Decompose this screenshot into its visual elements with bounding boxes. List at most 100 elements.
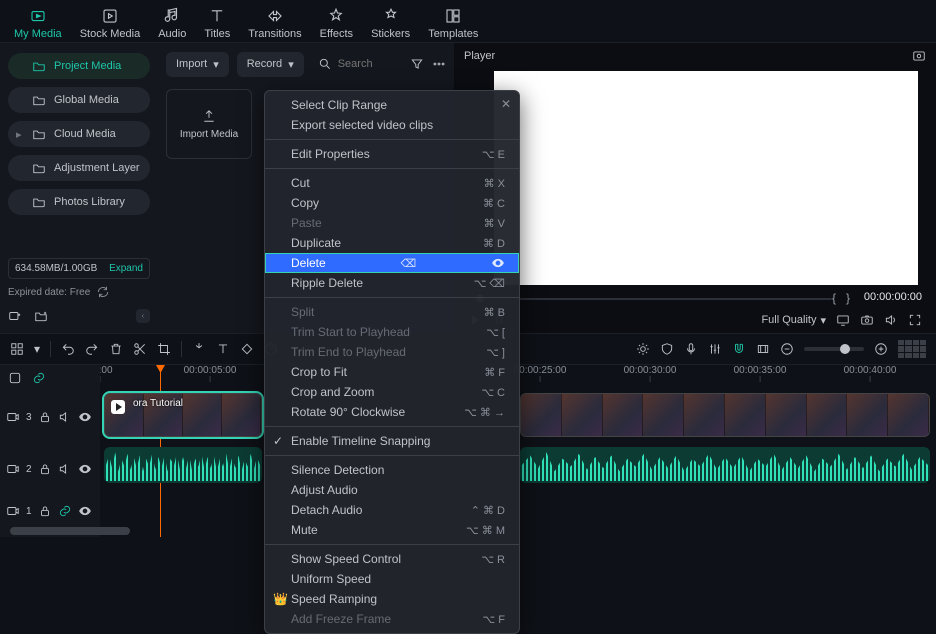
stickers-icon bbox=[381, 6, 401, 26]
text-icon[interactable] bbox=[216, 342, 230, 356]
import-dropdown[interactable]: Import▾ bbox=[166, 52, 229, 77]
lock-icon[interactable] bbox=[38, 410, 52, 424]
eye-icon[interactable] bbox=[78, 410, 92, 424]
menu-item-mute[interactable]: Mute⌥ ⌘ M bbox=[265, 520, 519, 540]
menu-item-shortcut: ⌫ bbox=[401, 257, 417, 270]
color-icon[interactable] bbox=[636, 342, 650, 356]
track-head-3[interactable]: 3 bbox=[6, 391, 94, 443]
menu-item-show-speed-control[interactable]: Show Speed Control⌥ R bbox=[265, 549, 519, 569]
menu-separator bbox=[265, 426, 519, 427]
shield-icon[interactable] bbox=[660, 342, 674, 356]
thumbnails-icon[interactable] bbox=[898, 340, 926, 358]
magnet-icon[interactable] bbox=[732, 342, 746, 356]
menu-item-cut[interactable]: Cut⌘ X bbox=[265, 173, 519, 193]
more-icon[interactable] bbox=[432, 57, 446, 71]
track-head-1[interactable]: 1 bbox=[6, 495, 94, 527]
record-dropdown[interactable]: Record▾ bbox=[237, 52, 304, 77]
ruler-tick: 00:00:35:00 bbox=[734, 365, 787, 382]
lock-icon[interactable] bbox=[38, 504, 52, 518]
quality-dropdown[interactable]: Full Quality▾ bbox=[761, 314, 826, 327]
tab-audio[interactable]: Audio bbox=[158, 6, 186, 40]
tab-stock-media[interactable]: Stock Media bbox=[80, 6, 141, 40]
frame-icon[interactable] bbox=[756, 342, 770, 356]
menu-item-edit-properties[interactable]: Edit Properties⌥ E bbox=[265, 144, 519, 164]
delete-icon[interactable] bbox=[109, 342, 123, 356]
menu-item-enable-timeline-snapping[interactable]: ✓Enable Timeline Snapping bbox=[265, 431, 519, 451]
menu-item-shortcut: ⌥ ] bbox=[486, 346, 505, 359]
ruler-tick: 00:00:25:00 bbox=[514, 365, 567, 382]
audio-clip[interactable] bbox=[520, 447, 930, 483]
sidebar-item-project-media[interactable]: Project Media bbox=[8, 53, 150, 79]
tab-transitions[interactable]: Transitions bbox=[248, 6, 301, 40]
new-bin-icon[interactable] bbox=[8, 309, 22, 323]
crop-icon[interactable] bbox=[157, 342, 171, 356]
tab-titles[interactable]: Titles bbox=[204, 6, 230, 40]
context-menu: ✕ Select Clip RangeExport selected video… bbox=[264, 90, 520, 634]
marker-icon[interactable] bbox=[192, 342, 206, 356]
menu-separator bbox=[265, 297, 519, 298]
track-tab-a-icon[interactable] bbox=[8, 371, 22, 385]
split-icon[interactable] bbox=[133, 342, 147, 356]
collapse-sidebar-button[interactable] bbox=[136, 309, 150, 323]
refresh-icon[interactable] bbox=[96, 285, 110, 299]
sidebar-item-global-media[interactable]: Global Media bbox=[8, 87, 150, 113]
mute-icon[interactable] bbox=[58, 462, 72, 476]
filter-icon[interactable] bbox=[410, 57, 424, 71]
menu-item-silence-detection[interactable]: Silence Detection bbox=[265, 460, 519, 480]
menu-item-copy[interactable]: Copy⌘ C bbox=[265, 193, 519, 213]
new-folder-icon[interactable] bbox=[34, 309, 48, 323]
menu-item-crop-and-zoom[interactable]: Crop and Zoom⌥ C bbox=[265, 382, 519, 402]
menu-item-detach-audio[interactable]: Detach Audio⌃ ⌘ D bbox=[265, 500, 519, 520]
link-icon[interactable] bbox=[58, 504, 72, 518]
menu-item-export-selected-video-clips[interactable]: Export selected video clips bbox=[265, 115, 519, 135]
camera-icon[interactable] bbox=[860, 313, 874, 327]
menu-item-select-clip-range[interactable]: Select Clip Range bbox=[265, 95, 519, 115]
eye-icon[interactable] bbox=[78, 504, 92, 518]
zoom-in-icon[interactable] bbox=[874, 342, 888, 356]
undo-icon[interactable] bbox=[61, 342, 75, 356]
mic-icon[interactable] bbox=[684, 342, 698, 356]
video-clip-selected[interactable]: ora Tutorial bbox=[104, 393, 262, 437]
audio-clip[interactable] bbox=[104, 447, 262, 483]
tab-my-media[interactable]: My Media bbox=[14, 6, 62, 40]
storage-expired: Expired date: Free bbox=[8, 287, 90, 298]
volume-icon[interactable] bbox=[884, 313, 898, 327]
menu-item-shortcut: ⌘ F bbox=[484, 366, 505, 379]
mixer-icon[interactable] bbox=[708, 342, 722, 356]
track-tab-link-icon[interactable] bbox=[32, 371, 46, 385]
menu-item-crop-to-fit[interactable]: Crop to Fit⌘ F bbox=[265, 362, 519, 382]
snapshot-icon[interactable] bbox=[912, 49, 926, 63]
menu-item-ripple-delete[interactable]: Ripple Delete⌥ ⌫ bbox=[265, 273, 519, 293]
zoom-out-icon[interactable] bbox=[780, 342, 794, 356]
tab-effects[interactable]: Effects bbox=[320, 6, 353, 40]
lock-icon[interactable] bbox=[38, 462, 52, 476]
menu-item-adjust-audio[interactable]: Adjust Audio bbox=[265, 480, 519, 500]
sidebar-item-cloud-media[interactable]: ▸Cloud Media bbox=[8, 121, 150, 147]
layout-icon[interactable] bbox=[10, 342, 24, 356]
keyframe-icon[interactable] bbox=[240, 342, 254, 356]
search-input[interactable] bbox=[338, 58, 396, 70]
fullscreen-icon[interactable] bbox=[908, 313, 922, 327]
menu-item-uniform-speed[interactable]: Uniform Speed bbox=[265, 569, 519, 589]
tab-templates[interactable]: Templates bbox=[428, 6, 478, 40]
menu-item-speed-ramping[interactable]: 👑Speed Ramping bbox=[265, 589, 519, 609]
menu-item-duplicate[interactable]: Duplicate⌘ D bbox=[265, 233, 519, 253]
stock-icon bbox=[100, 6, 120, 26]
expand-storage-button[interactable]: Expand bbox=[109, 263, 143, 274]
sidebar-item-photos-library[interactable]: Photos Library bbox=[8, 189, 150, 215]
import-media-tile[interactable]: Import Media bbox=[166, 89, 252, 159]
eye-icon[interactable] bbox=[78, 462, 92, 476]
zoom-slider[interactable] bbox=[804, 347, 864, 351]
menu-item-rotate-90-clockwise[interactable]: Rotate 90° Clockwise⌥ ⌘ → bbox=[265, 402, 519, 422]
menu-item-label: Add Freeze Frame bbox=[291, 612, 391, 626]
tab-stickers[interactable]: Stickers bbox=[371, 6, 410, 40]
redo-icon[interactable] bbox=[85, 342, 99, 356]
menu-separator bbox=[265, 168, 519, 169]
video-clip[interactable] bbox=[520, 393, 930, 437]
track-head-2[interactable]: 2 bbox=[6, 443, 94, 495]
menu-item-delete[interactable]: Delete⌫ bbox=[265, 253, 519, 273]
sidebar-item-adjustment-layer[interactable]: Adjustment Layer bbox=[8, 155, 150, 181]
mute-icon[interactable] bbox=[58, 410, 72, 424]
display-icon[interactable] bbox=[836, 313, 850, 327]
seek-rail[interactable] bbox=[478, 298, 832, 300]
